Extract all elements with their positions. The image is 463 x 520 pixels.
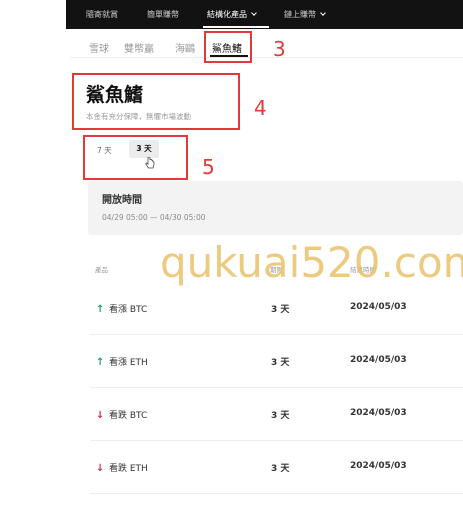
table-row[interactable]: ↓ 看跌 BTC 3 天 2024/05/03 <box>90 389 463 441</box>
term-cell: 3 天 <box>271 411 290 421</box>
open-time-card: 開放時間 04/29 05:00 — 04/30 05:00 <box>88 181 463 235</box>
product-name: 看漲 BTC <box>109 305 148 315</box>
nav-item-simple-earn[interactable]: 簡單賺幣 <box>147 9 179 20</box>
hand-cursor-icon <box>145 157 155 169</box>
nav-item-structured-products[interactable]: 結構化產品 <box>207 9 257 20</box>
table-row[interactable]: ↓ 看跌 ETH 3 天 2024/05/03 <box>90 442 463 494</box>
product-cell: ↑ 看漲 ETH <box>96 355 148 368</box>
term-cell: 3 天 <box>271 305 290 315</box>
table-row[interactable]: ↑ 看漲 BTC 3 天 2024/05/03 <box>90 283 463 335</box>
top-nav: 隨寄就賞 簡單賺幣 結構化產品 鏈上賺幣 <box>66 0 463 29</box>
tab-seagull[interactable]: 海鷗 <box>175 40 195 55</box>
term-cell: 3 天 <box>271 464 290 474</box>
annotation-number-5: 5 <box>202 155 215 179</box>
term-cell: 3 天 <box>271 358 290 368</box>
settle-cell: 2024/05/03 <box>350 302 407 312</box>
watermark: qukuai520.com <box>160 238 463 287</box>
tabs-divider <box>70 57 463 58</box>
tab-snowball[interactable]: 雪球 <box>89 40 109 55</box>
open-time-range: 04/29 05:00 — 04/30 05:00 <box>102 213 206 222</box>
page-title: 鯊魚鰭 <box>86 84 144 106</box>
chevron-down-icon <box>320 10 326 16</box>
product-name: 看跌 ETH <box>109 464 148 474</box>
nav-item-structured-label: 結構化產品 <box>207 10 247 19</box>
period-option-3-days[interactable]: 3 天 <box>129 140 159 158</box>
trend-down-arrow-icon: ↓ <box>96 463 105 474</box>
nav-item-anytime[interactable]: 隨寄就賞 <box>86 9 118 20</box>
product-cell: ↓ 看跌 ETH <box>96 461 148 474</box>
table-row[interactable]: ↑ 看漲 ETH 3 天 2024/05/03 <box>90 336 463 388</box>
product-cell: ↓ 看跌 BTC <box>96 408 147 421</box>
product-name: 看漲 ETH <box>109 358 148 368</box>
annotation-number-4: 4 <box>254 96 267 120</box>
nav-item-onchain-earn[interactable]: 鏈上賺幣 <box>284 9 326 20</box>
open-time-title: 開放時間 <box>102 195 142 206</box>
trend-down-arrow-icon: ↓ <box>96 410 105 421</box>
trend-up-arrow-icon: ↑ <box>96 304 105 315</box>
trend-up-arrow-icon: ↑ <box>96 357 105 368</box>
product-name: 看跌 BTC <box>109 411 148 421</box>
product-cell: ↑ 看漲 BTC <box>96 302 147 315</box>
column-header-product: 產品 <box>95 266 108 274</box>
annotation-number-3: 3 <box>273 37 286 61</box>
chevron-down-icon <box>251 10 257 16</box>
tab-dual-investment[interactable]: 雙幣贏 <box>124 40 154 55</box>
page-subtitle: 本金有充分保障，無懼市場波動 <box>86 112 191 121</box>
nav-item-onchain-label: 鏈上賺幣 <box>284 10 316 19</box>
settle-cell: 2024/05/03 <box>350 461 407 471</box>
settle-cell: 2024/05/03 <box>350 408 407 418</box>
settle-cell: 2024/05/03 <box>350 355 407 365</box>
active-nav-indicator <box>203 26 269 28</box>
annotation-box-tab <box>204 31 252 63</box>
period-option-7-days[interactable]: 7 天 <box>97 145 112 156</box>
